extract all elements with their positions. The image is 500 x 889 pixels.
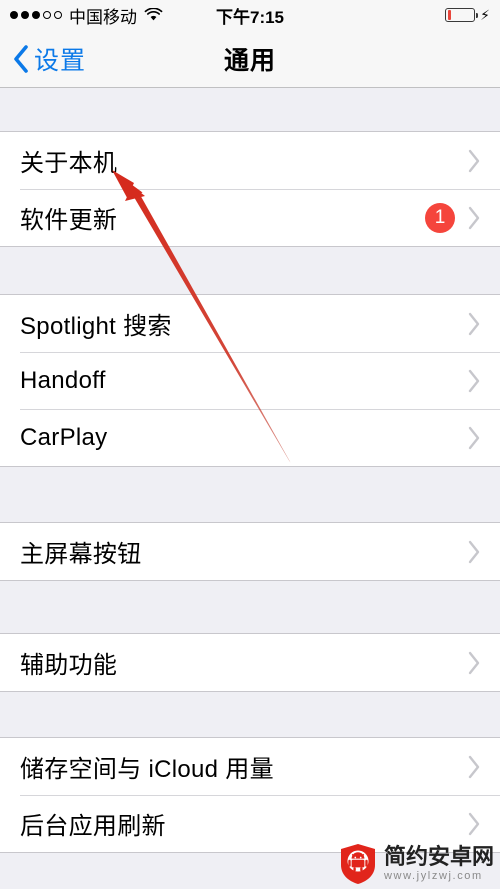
settings-row-accessory	[467, 754, 482, 780]
settings-group-storage-group: 储存空间与 iCloud 用量 后台应用刷新	[0, 737, 500, 853]
settings-row-accessory	[467, 368, 482, 394]
settings-row[interactable]: 软件更新 1	[0, 189, 500, 246]
signal-dot-empty	[43, 11, 51, 19]
settings-group-device-group: 关于本机软件更新 1	[0, 131, 500, 247]
signal-dot-empty	[54, 11, 62, 19]
status-bar-right: ⚡	[445, 8, 490, 22]
settings-row[interactable]: 关于本机	[0, 132, 500, 189]
watermark-text: 简约安卓网 www.jylzwj.com	[384, 846, 494, 882]
lightning-bolt-icon: ⚡	[480, 7, 490, 23]
chevron-right-icon	[468, 312, 480, 335]
signal-dot-filled	[10, 11, 18, 19]
settings-row-label: Spotlight 搜索	[20, 313, 172, 340]
watermark-title: 简约安卓网	[383, 844, 494, 869]
settings-row-label: CarPlay	[20, 423, 108, 451]
settings-row-accessory	[467, 539, 482, 565]
settings-row-label: 软件更新	[20, 207, 118, 234]
settings-row[interactable]: 储存空间与 iCloud 用量	[0, 738, 500, 795]
chevron-right-icon	[468, 755, 480, 778]
chevron-right-icon	[468, 812, 480, 835]
settings-group-features-group: Spotlight 搜索 Handoff CarPlay	[0, 294, 500, 467]
back-button-label: 设置	[34, 46, 87, 75]
settings-row-accessory: 1	[425, 202, 482, 233]
settings-row[interactable]: 主屏幕按钮	[0, 523, 500, 580]
settings-row-accessory	[467, 811, 482, 837]
settings-row-label: 后台应用刷新	[20, 813, 166, 840]
signal-dot-filled	[32, 11, 40, 19]
chevron-right-icon	[468, 369, 480, 392]
back-button[interactable]: 设置	[0, 41, 86, 77]
settings-row-accessory	[467, 425, 482, 451]
carrier-name: 中国移动	[69, 7, 137, 27]
battery-icon	[445, 8, 479, 22]
settings-row[interactable]: Spotlight 搜索	[0, 295, 500, 352]
signal-dot-filled	[21, 11, 29, 19]
settings-row-accessory	[467, 311, 482, 337]
section-gap	[0, 88, 500, 131]
settings-row-accessory	[467, 148, 482, 174]
settings-row-label: 辅助功能	[20, 652, 118, 679]
settings-row-label: 储存空间与 iCloud 用量	[20, 756, 274, 783]
battery-fill	[447, 10, 452, 20]
android-shield-icon	[340, 844, 375, 884]
settings-group-home-button-group: 主屏幕按钮	[0, 522, 500, 581]
clock-time: 下午7:15	[215, 7, 285, 27]
settings-row-accessory	[467, 650, 482, 676]
status-bar: 中国移动 下午7:15 ⚡	[0, 0, 500, 30]
settings-row[interactable]: Handoff	[0, 352, 500, 409]
settings-row-label: Handoff	[20, 366, 106, 394]
section-gap	[0, 692, 500, 737]
chevron-right-icon	[468, 206, 480, 229]
chevron-right-icon	[468, 651, 480, 674]
settings-row[interactable]: CarPlay	[0, 409, 500, 466]
signal-strength-dots	[10, 11, 62, 19]
page-title-text: 通用	[223, 46, 276, 75]
section-gap	[0, 247, 500, 294]
watermark-url: www.jylzwj.com	[383, 870, 483, 882]
chevron-left-icon	[14, 44, 28, 73]
section-gap	[0, 467, 500, 522]
settings-group-accessibility-group: 辅助功能	[0, 633, 500, 692]
iphone-settings-screen: 中国移动 下午7:15 ⚡ 设置 通用 关于本机 软件更新 1 Spotligh…	[0, 0, 500, 889]
notification-badge: 1	[425, 202, 455, 233]
watermark: 简约安卓网 www.jylzwj.com	[339, 843, 494, 885]
chevron-right-icon	[468, 426, 480, 449]
chevron-right-icon	[468, 149, 480, 172]
wifi-icon	[144, 8, 163, 21]
settings-list: 关于本机软件更新 1 Spotlight 搜索 Handoff CarPlay 主屏幕按钮…	[0, 88, 500, 853]
chevron-right-icon	[468, 540, 480, 563]
status-bar-left: 中国移动	[10, 3, 163, 28]
settings-row-label: 主屏幕按钮	[20, 541, 142, 568]
navigation-bar: 设置 通用	[0, 30, 500, 88]
settings-row-label: 关于本机	[20, 150, 118, 177]
section-gap	[0, 581, 500, 633]
settings-row[interactable]: 辅助功能	[0, 634, 500, 691]
